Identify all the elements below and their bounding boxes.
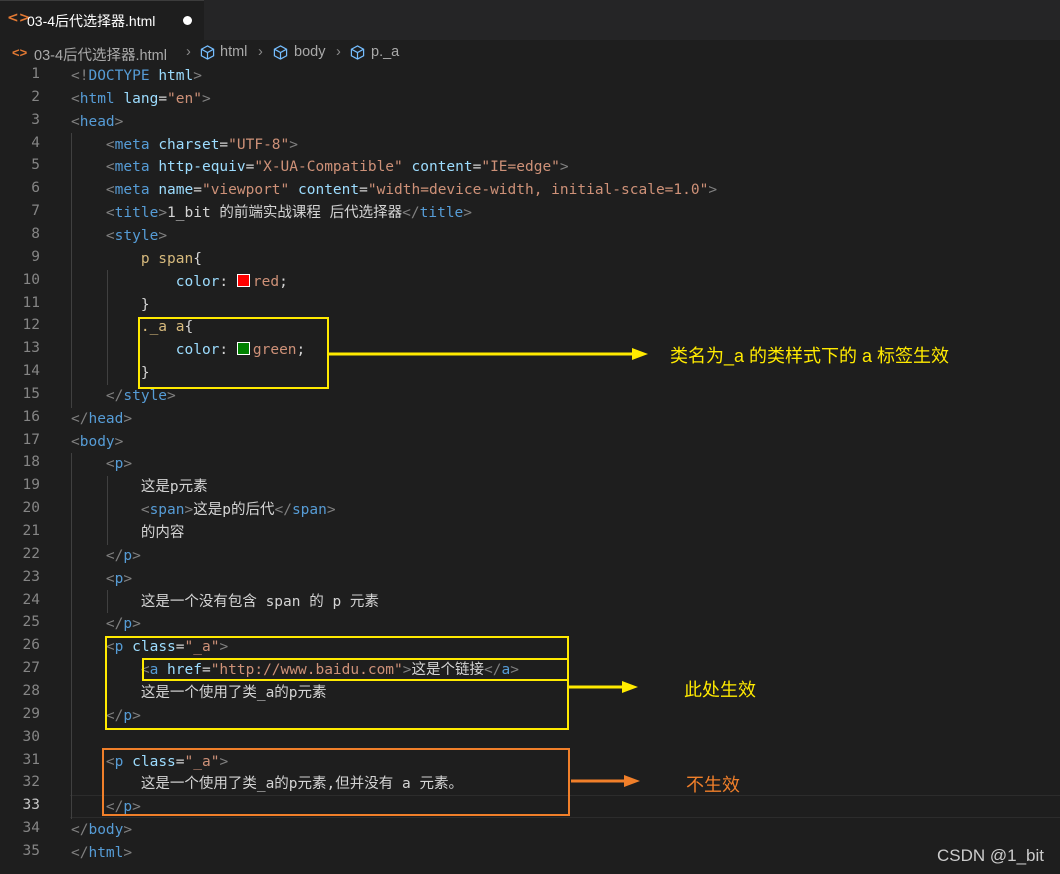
annotation-note-1: 类名为_a 的类样式下的 a 标签生效 bbox=[670, 346, 950, 366]
annotation-note-3: 不生效 bbox=[686, 775, 740, 795]
arrow-orange bbox=[571, 775, 640, 787]
watermark: CSDN @1_bit bbox=[936, 846, 1044, 865]
arrow-yellow-1 bbox=[329, 348, 648, 360]
arrow-yellow-2 bbox=[569, 681, 638, 693]
annotation-note-2: 此处生效 bbox=[684, 680, 756, 700]
annotation-arrows bbox=[329, 348, 648, 787]
